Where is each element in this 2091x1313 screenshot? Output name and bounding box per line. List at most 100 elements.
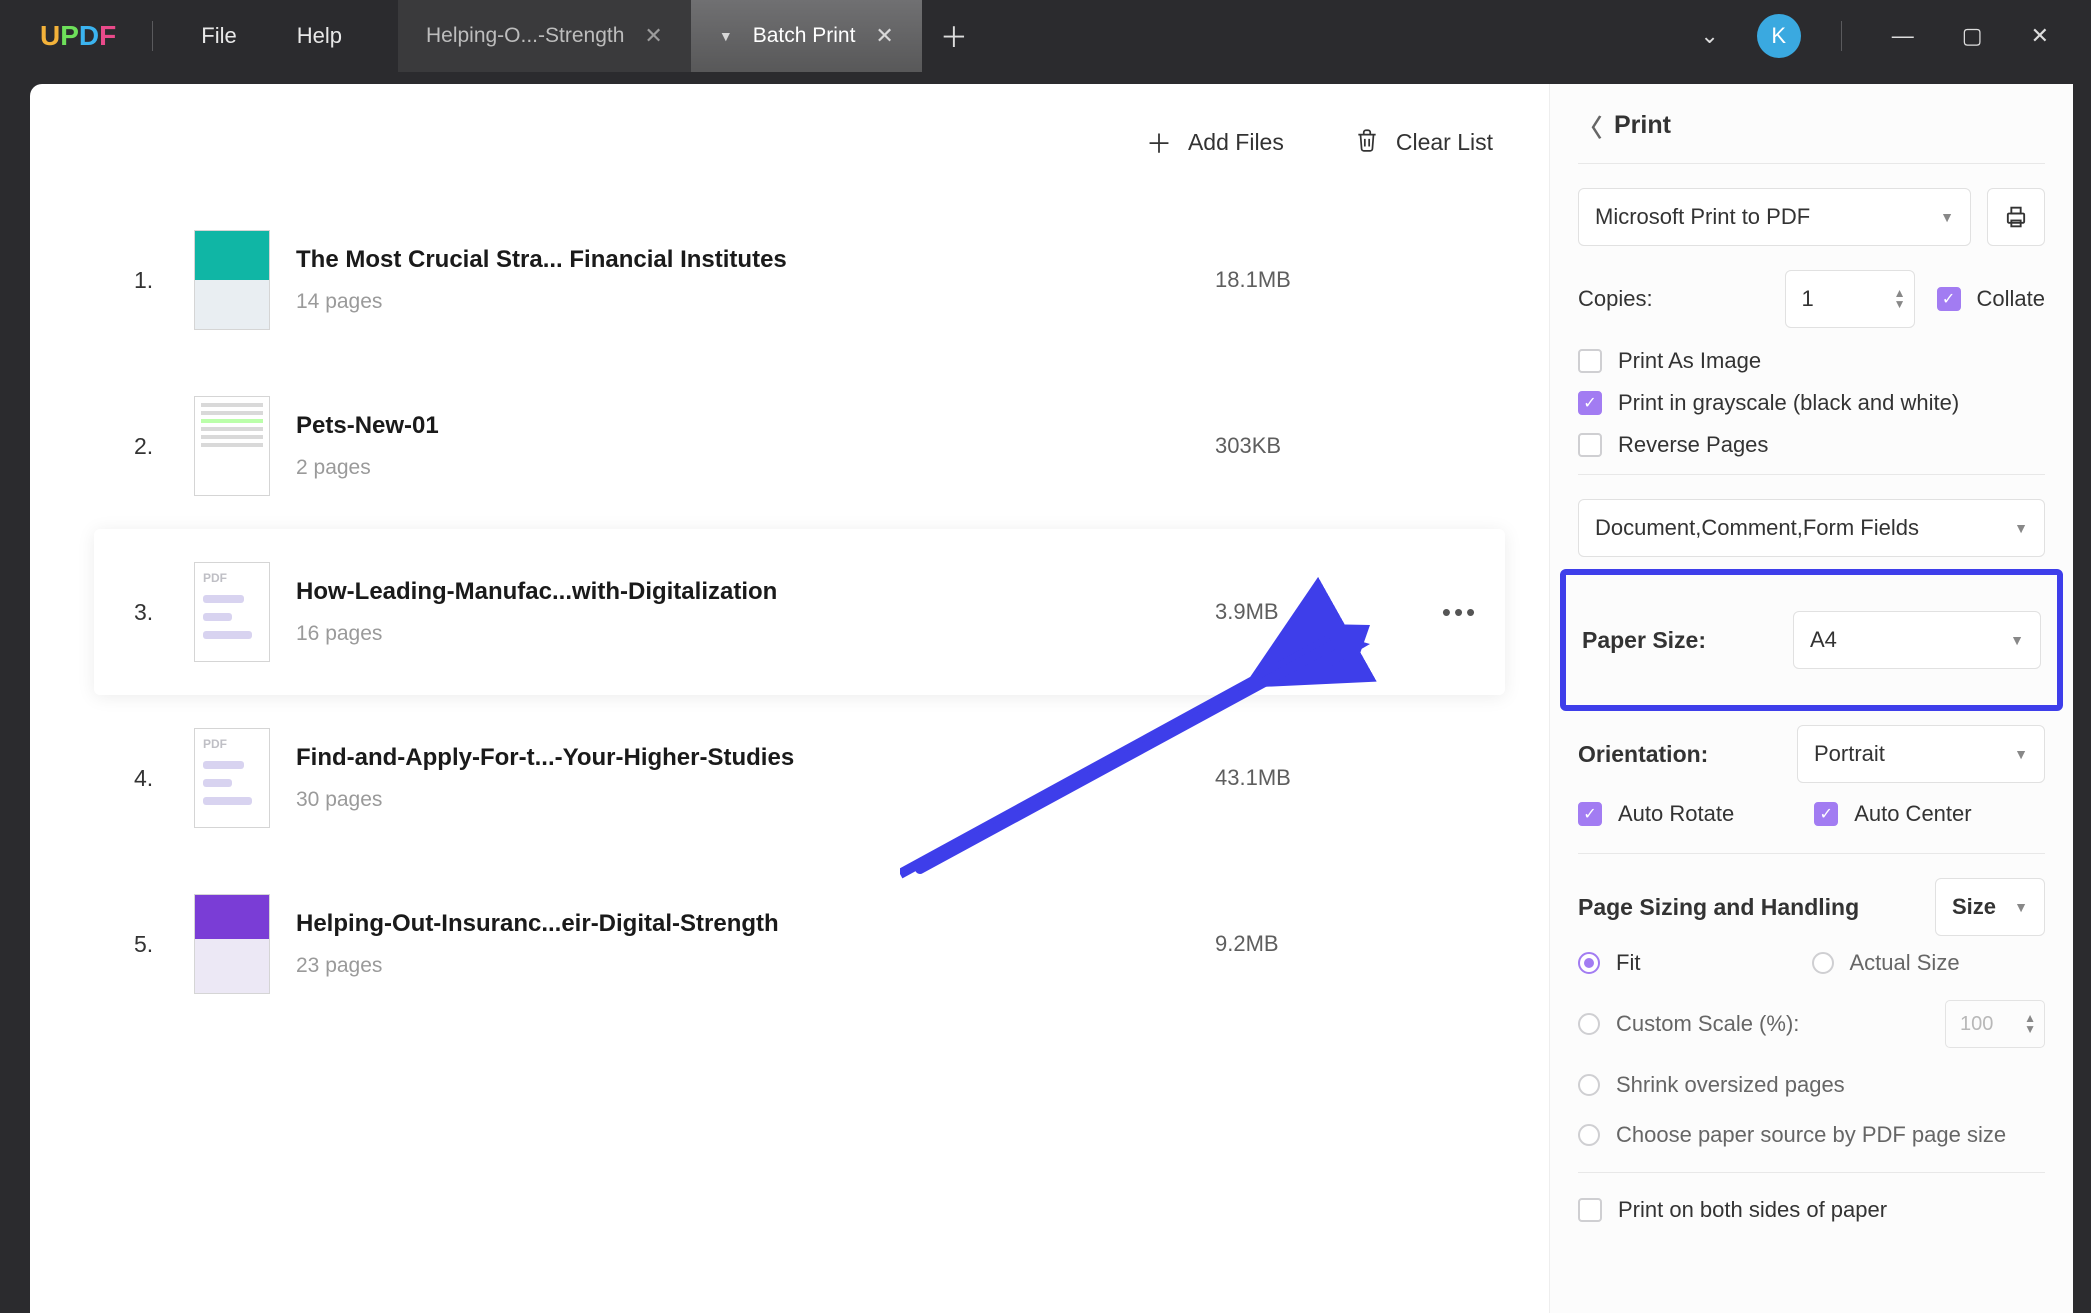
fit-radio[interactable]: Fit — [1578, 950, 1812, 976]
divider — [1578, 474, 2045, 475]
tab-doc-1[interactable]: Helping-O...-Strength ✕ — [398, 0, 691, 72]
custom-scale-input[interactable]: 100 ▲▼ — [1945, 1000, 2045, 1048]
file-title: Find-and-Apply-For-t...-Your-Higher-Stud… — [296, 744, 1215, 772]
auto-rotate-checkbox[interactable]: ✓ — [1578, 802, 1602, 826]
caret-down-icon: ▼ — [2010, 632, 2024, 648]
spinner-icon[interactable]: ▲▼ — [1894, 288, 1906, 310]
tab-batch-print[interactable]: ▼ Batch Print ✕ — [691, 0, 922, 72]
close-window-button[interactable]: ✕ — [2021, 19, 2059, 53]
more-icon[interactable]: ••• — [1415, 597, 1505, 628]
file-pages: 14 pages — [296, 290, 1215, 314]
file-pages: 2 pages — [296, 456, 1215, 480]
app-logo: UPDF — [0, 0, 140, 72]
row-number: 5. — [134, 931, 184, 958]
file-title: The Most Crucial Stra... Financial Insti… — [296, 246, 1215, 274]
file-size: 43.1MB — [1215, 765, 1415, 791]
list-item[interactable]: 5. Helping-Out-Insuranc...eir-Digital-St… — [94, 861, 1505, 1027]
new-tab-button[interactable]: ＋ — [922, 0, 986, 72]
clear-list-button[interactable]: Clear List — [1354, 124, 1493, 161]
radio-dot-icon — [1812, 952, 1834, 974]
radio-dot-icon — [1578, 1124, 1600, 1146]
collate-checkbox[interactable]: ✓ — [1937, 287, 1961, 311]
reverse-pages-label: Reverse Pages — [1618, 432, 1768, 458]
close-icon[interactable]: ✕ — [875, 23, 893, 49]
separator — [1841, 21, 1842, 51]
custom-scale-value: 100 — [1960, 1013, 1993, 1036]
file-title: Helping-Out-Insuranc...eir-Digital-Stren… — [296, 910, 1215, 938]
fit-label: Fit — [1616, 950, 1640, 976]
orientation-select[interactable]: Portrait ▼ — [1797, 725, 2045, 783]
avatar[interactable]: K — [1757, 14, 1801, 58]
reverse-pages-checkbox[interactable] — [1578, 433, 1602, 457]
file-pages: 30 pages — [296, 788, 1215, 812]
auto-center-label: Auto Center — [1854, 801, 1971, 827]
list-item[interactable]: 2. Pets-New-01 2 pages 303KB — [94, 363, 1505, 529]
spinner-icon: ▲▼ — [2024, 1013, 2036, 1035]
actual-size-radio[interactable]: Actual Size — [1812, 950, 2046, 976]
shrink-radio[interactable]: Shrink oversized pages — [1578, 1072, 2045, 1098]
file-thumbnail: PDF — [194, 728, 270, 828]
sizing-header: Page Sizing and Handling — [1578, 894, 1859, 921]
plus-icon: ＋ — [1146, 124, 1172, 161]
file-list: 1. The Most Crucial Stra... Financial In… — [94, 197, 1505, 1027]
both-sides-checkbox[interactable] — [1578, 1198, 1602, 1222]
paper-size-value: A4 — [1810, 627, 1837, 653]
chevron-down-icon[interactable]: ▼ — [719, 28, 733, 44]
row-number: 2. — [134, 433, 184, 460]
panel-header: 〈 Print — [1578, 108, 2045, 143]
copies-value: 1 — [1802, 286, 1814, 312]
printer-settings-button[interactable] — [1987, 188, 2045, 246]
choose-source-radio[interactable]: Choose paper source by PDF page size — [1578, 1122, 2045, 1148]
collate-label: Collate — [1977, 286, 2045, 312]
close-icon[interactable]: ✕ — [644, 23, 662, 49]
both-sides-label: Print on both sides of paper — [1618, 1197, 1887, 1223]
file-pages: 16 pages — [296, 622, 1215, 646]
content-select-value: Document,Comment,Form Fields — [1595, 515, 1919, 541]
tab-strip: Helping-O...-Strength ✕ ▼ Batch Print ✕ … — [398, 0, 986, 72]
orientation-label: Orientation: — [1578, 741, 1708, 768]
radio-dot-icon — [1578, 952, 1600, 974]
file-title: How-Leading-Manufac...with-Digitalizatio… — [296, 578, 1215, 606]
sizing-mode-value: Size — [1952, 894, 1996, 920]
file-thumbnail — [194, 396, 270, 496]
custom-scale-label: Custom Scale (%): — [1616, 1011, 1799, 1037]
main-menu: File Help — [165, 0, 398, 72]
maximize-button[interactable]: ▢ — [1952, 19, 1993, 53]
add-files-button[interactable]: ＋ Add Files — [1146, 124, 1284, 161]
orientation-value: Portrait — [1814, 741, 1885, 767]
print-panel: 〈 Print Microsoft Print to PDF ▼ Copies:… — [1549, 84, 2073, 1313]
minimize-button[interactable]: — — [1882, 19, 1924, 53]
auto-center-checkbox[interactable]: ✓ — [1814, 802, 1838, 826]
print-as-image-checkbox[interactable] — [1578, 349, 1602, 373]
file-thumbnail — [194, 894, 270, 994]
menu-help[interactable]: Help — [297, 23, 342, 49]
trash-icon — [1354, 126, 1380, 160]
sizing-mode-select[interactable]: Size ▼ — [1935, 878, 2045, 936]
grayscale-checkbox[interactable]: ✓ — [1578, 391, 1602, 415]
list-actions: ＋ Add Files Clear List — [94, 124, 1505, 161]
tab-label: Batch Print — [753, 24, 856, 48]
list-item[interactable]: 3. PDF How-Leading-Manufac...with-Digita… — [94, 529, 1505, 695]
copies-input[interactable]: 1 ▲▼ — [1785, 270, 1915, 328]
titlebar: UPDF File Help Helping-O...-Strength ✕ ▼… — [0, 0, 2091, 72]
custom-scale-radio[interactable]: Custom Scale (%): 100 ▲▼ — [1578, 1000, 2045, 1048]
list-item[interactable]: 1. The Most Crucial Stra... Financial In… — [94, 197, 1505, 363]
file-size: 3.9MB — [1215, 599, 1415, 625]
file-pages: 23 pages — [296, 954, 1215, 978]
paper-size-label: Paper Size: — [1582, 627, 1706, 654]
window-controls: ⌄ K — ▢ ✕ — [1690, 0, 2091, 72]
list-item[interactable]: 4. PDF Find-and-Apply-For-t...-Your-High… — [94, 695, 1505, 861]
menu-file[interactable]: File — [201, 23, 236, 49]
divider — [1578, 853, 2045, 854]
choose-source-label: Choose paper source by PDF page size — [1616, 1122, 2006, 1148]
printer-select[interactable]: Microsoft Print to PDF ▼ — [1578, 188, 1971, 246]
clear-list-label: Clear List — [1396, 129, 1493, 156]
paper-size-select[interactable]: A4 ▼ — [1793, 611, 2041, 669]
back-icon[interactable]: 〈 — [1578, 108, 1602, 143]
file-size: 18.1MB — [1215, 267, 1415, 293]
paper-size-highlight: Paper Size: A4 ▼ — [1560, 569, 2063, 711]
actual-size-label: Actual Size — [1850, 950, 1960, 976]
chevron-down-icon[interactable]: ⌄ — [1690, 19, 1728, 53]
content-select[interactable]: Document,Comment,Form Fields ▼ — [1578, 499, 2045, 557]
caret-down-icon: ▼ — [1940, 209, 1954, 225]
